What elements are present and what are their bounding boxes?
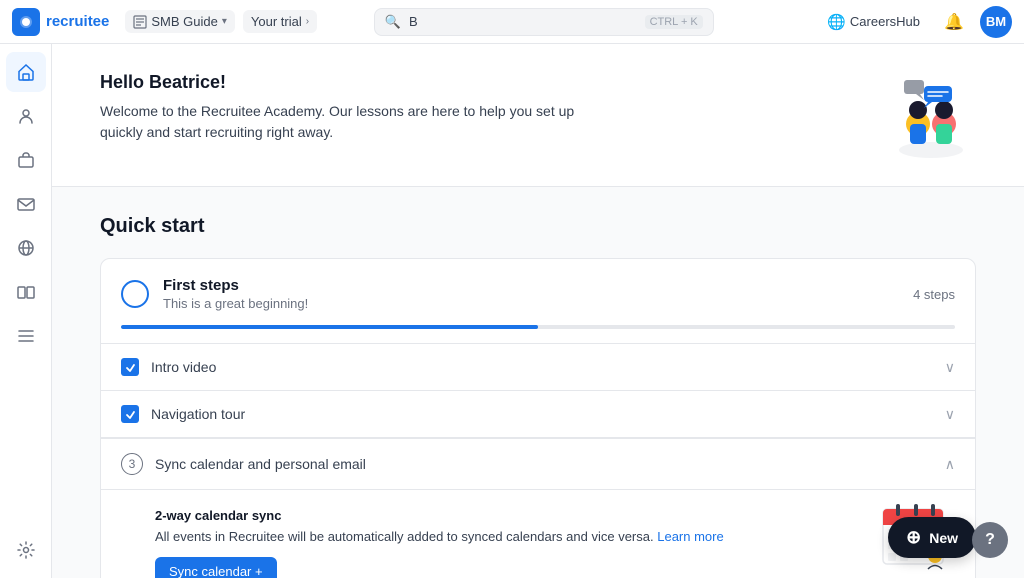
sync-title: Sync calendar and personal email <box>155 456 933 472</box>
first-steps-title: First steps <box>163 277 899 294</box>
sync-header[interactable]: 3 Sync calendar and personal email ∧ <box>101 439 975 489</box>
layout: Hello Beatrice! Welcome to the Recruitee… <box>0 44 1024 578</box>
globe-icon: 🌐 <box>827 13 846 31</box>
help-button[interactable]: ? <box>972 522 1008 558</box>
calendar-sync-desc: All events in Recruitee will be automati… <box>155 527 863 547</box>
avatar[interactable]: BM <box>980 6 1012 38</box>
sidebar-item-settings[interactable] <box>6 530 46 570</box>
sidebar-item-feed[interactable] <box>6 316 46 356</box>
feed-icon <box>16 326 36 346</box>
navigation-tour-chevron: ∨ <box>945 406 955 423</box>
navigation-tour-item[interactable]: Navigation tour ∨ <box>101 391 975 438</box>
quick-start-title: Quick start <box>100 215 976 238</box>
smb-guide-nav[interactable]: SMB Guide ▾ <box>125 10 235 33</box>
smb-guide-label: SMB Guide <box>151 14 217 29</box>
notifications-btn[interactable]: 🔔 <box>938 6 970 38</box>
sidebar-item-people[interactable] <box>6 96 46 136</box>
check-icon-2 <box>125 409 136 420</box>
intro-video-checkbox <box>121 358 139 376</box>
sync-collapse-icon: ∧ <box>945 456 955 473</box>
new-btn-icon: ⊕ <box>906 527 921 548</box>
main-content: Hello Beatrice! Welcome to the Recruitee… <box>52 44 1024 578</box>
search-bar[interactable]: 🔍 CTRL + K <box>374 8 714 36</box>
intro-video-item[interactable]: Intro video ∨ <box>101 344 975 391</box>
guide-icon <box>133 15 147 29</box>
people-icon <box>16 106 36 126</box>
search-icon: 🔍 <box>385 14 401 30</box>
trial-label: Your trial <box>251 14 302 29</box>
checklist: Intro video ∨ Navigation tour ∨ <box>101 343 975 578</box>
new-btn-label: New <box>929 530 958 546</box>
logo-icon <box>12 8 40 36</box>
navigation-tour-label: Navigation tour <box>151 406 933 422</box>
progress-bar-wrap <box>121 325 955 329</box>
sync-body-text: 2-way calendar sync All events in Recrui… <box>155 494 863 578</box>
jobs-icon <box>16 150 36 170</box>
search-input[interactable] <box>409 14 637 29</box>
sidebar-item-jobs[interactable] <box>6 140 46 180</box>
new-button[interactable]: ⊕ New <box>888 517 976 558</box>
first-steps-count: 4 steps <box>913 287 955 302</box>
learn-more-link[interactable]: Learn more <box>657 529 723 544</box>
sidebar-item-home[interactable] <box>6 52 46 92</box>
logo-text: recruitee <box>46 13 109 30</box>
intro-video-label: Intro video <box>151 359 933 375</box>
topbar: recruitee SMB Guide ▾ Your trial › 🔍 CTR… <box>0 0 1024 44</box>
navigation-tour-checkbox <box>121 405 139 423</box>
avatar-initials: BM <box>986 14 1006 29</box>
hero-description: Welcome to the Recruitee Academy. Our le… <box>100 101 620 143</box>
first-steps-circle <box>121 280 149 308</box>
calendar-sync-title: 2-way calendar sync <box>155 508 863 523</box>
sidebar-item-mail[interactable] <box>6 184 46 224</box>
hero-svg <box>886 72 976 162</box>
logo[interactable]: recruitee <box>12 8 109 36</box>
hero-section: Hello Beatrice! Welcome to the Recruitee… <box>52 44 1024 187</box>
content-area: Quick start First steps This is a great … <box>52 187 1024 578</box>
first-steps-header: First steps This is a great beginning! 4… <box>101 259 975 311</box>
trial-nav[interactable]: Your trial › <box>243 10 317 33</box>
first-steps-card: First steps This is a great beginning! 4… <box>100 258 976 578</box>
careers-hub-btn[interactable]: 🌐 CareersHub <box>819 9 928 35</box>
first-steps-subtitle: This is a great beginning! <box>163 296 899 311</box>
sync-calendar-btn[interactable]: Sync calendar + <box>155 557 277 578</box>
sync-number: 3 <box>121 453 143 475</box>
sidebar <box>0 44 52 578</box>
sync-calendar-item: 3 Sync calendar and personal email ∧ 2-w… <box>101 438 975 578</box>
smb-guide-chevron: ▾ <box>222 16 227 27</box>
search-shortcut: CTRL + K <box>645 15 703 29</box>
network-icon <box>16 238 36 258</box>
mail-icon <box>16 194 36 214</box>
check-icon <box>125 362 136 373</box>
sync-body-row: 2-way calendar sync All events in Recrui… <box>155 494 955 578</box>
help-icon: ? <box>985 531 995 549</box>
sync-body: 2-way calendar sync All events in Recrui… <box>101 489 975 578</box>
topbar-right: 🌐 CareersHub 🔔 BM <box>819 6 1012 38</box>
sidebar-bottom <box>6 530 46 570</box>
folders-icon <box>16 282 36 302</box>
hero-text: Hello Beatrice! Welcome to the Recruitee… <box>100 72 620 143</box>
bell-icon: 🔔 <box>944 12 964 32</box>
sidebar-item-folders[interactable] <box>6 272 46 312</box>
sidebar-item-network[interactable] <box>6 228 46 268</box>
progress-bar-fill <box>121 325 538 329</box>
hero-illustration <box>886 72 976 162</box>
settings-icon <box>16 540 36 560</box>
careers-hub-label: CareersHub <box>850 14 920 29</box>
first-steps-info: First steps This is a great beginning! <box>163 277 899 311</box>
hero-greeting: Hello Beatrice! <box>100 72 620 93</box>
intro-video-chevron: ∨ <box>945 359 955 376</box>
home-icon <box>16 62 36 82</box>
trial-chevron: › <box>306 16 309 27</box>
